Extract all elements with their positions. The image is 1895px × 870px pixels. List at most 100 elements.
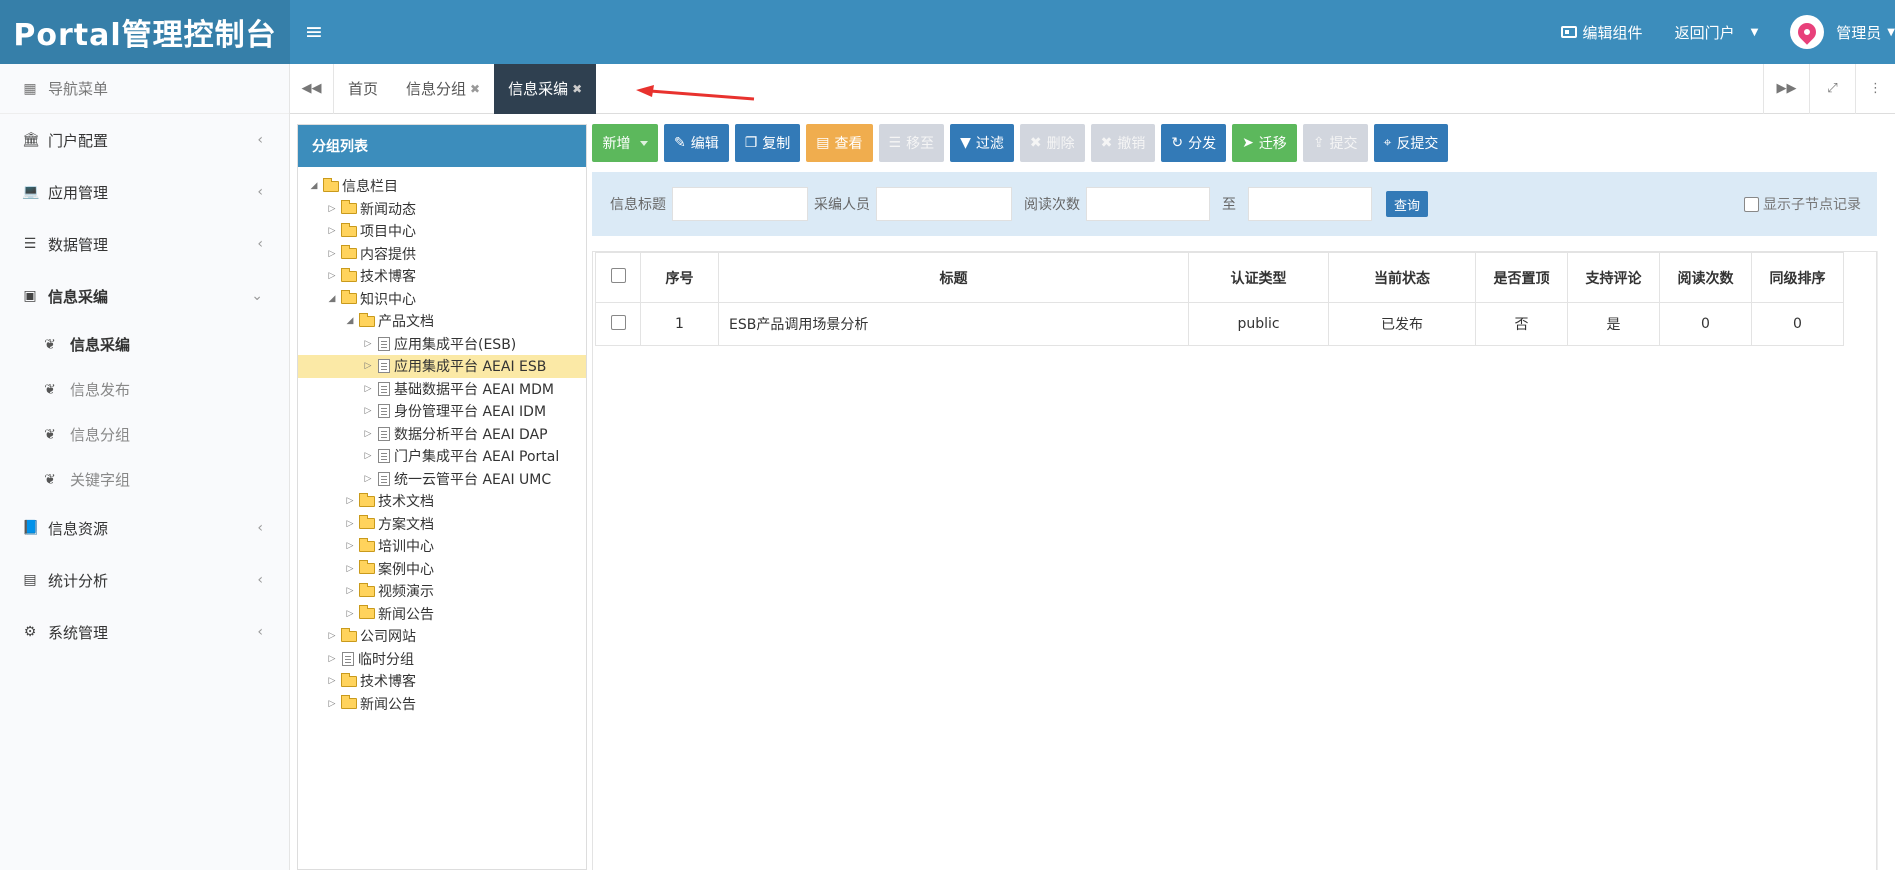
- toolbar-button-send[interactable]: ➤ 迁移: [1232, 124, 1297, 162]
- show-child-checkbox[interactable]: [1744, 196, 1759, 212]
- toolbar-button-edit[interactable]: ✎ 编辑: [664, 124, 729, 162]
- cell-title[interactable]: ESB产品调用场景分析: [718, 302, 1189, 346]
- collapsed-triangle-icon[interactable]: ▷: [362, 384, 374, 394]
- tab-home[interactable]: 首页: [334, 64, 392, 114]
- tree-node[interactable]: ▷ 案例中心: [298, 558, 586, 581]
- close-icon[interactable]: ✖: [470, 82, 480, 96]
- tab-options-icon[interactable]: ⋮: [1855, 63, 1895, 114]
- show-child-records-toggle[interactable]: 显示子节点记录: [1744, 194, 1861, 214]
- toolbar-button-add[interactable]: 新增: [592, 124, 658, 162]
- editor-filter-input[interactable]: [876, 187, 1012, 221]
- brand-title[interactable]: Portal管理控制台: [0, 0, 290, 64]
- toolbar-button-move[interactable]: ☰ 移至: [878, 124, 945, 162]
- vertical-scrollbar[interactable]: [1877, 251, 1885, 870]
- tree-node[interactable]: ▷ 技术博客: [298, 265, 586, 288]
- sidebar-item-system-management[interactable]: ⚙ 系统管理 ‹: [0, 606, 289, 658]
- toolbar-button-close[interactable]: ✖ 撤销: [1090, 124, 1156, 162]
- column-header[interactable]: 当前状态: [1328, 252, 1476, 303]
- collapsed-triangle-icon[interactable]: ▷: [344, 564, 356, 574]
- fullscreen-icon[interactable]: ⤢: [1809, 63, 1855, 114]
- collapsed-triangle-icon[interactable]: ▷: [326, 226, 338, 236]
- tree-node[interactable]: ▷ 内容提供: [298, 243, 586, 266]
- toolbar-button-refresh[interactable]: ↻ 分发: [1161, 124, 1227, 162]
- tree-node[interactable]: ▷ 数据分析平台 AEAI DAP: [298, 423, 586, 446]
- toolbar-button-trash[interactable]: ✖ 删除: [1019, 124, 1085, 162]
- expanded-triangle-icon[interactable]: ◢: [308, 181, 320, 191]
- tree-node[interactable]: ▷ 培训中心: [298, 535, 586, 558]
- table-row[interactable]: 1 ESB产品调用场景分析 public 已发布 否 是 0 0: [595, 302, 1844, 346]
- tree-node[interactable]: ◢ 产品文档: [298, 310, 586, 333]
- sidebar-item-app-management[interactable]: 💻 应用管理 ‹: [0, 166, 289, 218]
- tree-node[interactable]: ▷ 项目中心: [298, 220, 586, 243]
- read-count-max-input[interactable]: [1248, 187, 1372, 221]
- collapsed-triangle-icon[interactable]: ▷: [326, 654, 338, 664]
- close-icon[interactable]: ✖: [572, 82, 582, 96]
- tree-node[interactable]: ▷ 新闻动态: [298, 198, 586, 221]
- tree-node[interactable]: ▷ 视频演示: [298, 580, 586, 603]
- column-header[interactable]: 支持评论: [1567, 252, 1660, 303]
- tree-node[interactable]: ▷ 应用集成平台 AEAI ESB: [298, 355, 586, 378]
- collapsed-triangle-icon[interactable]: ▷: [362, 451, 374, 461]
- collapsed-triangle-icon[interactable]: ▷: [326, 204, 338, 214]
- toolbar-button-submit[interactable]: ⇪ 提交: [1302, 124, 1368, 162]
- collapsed-triangle-icon[interactable]: ▷: [362, 406, 374, 416]
- tree-node[interactable]: ▷ 新闻公告: [298, 693, 586, 716]
- menu-toggle-icon[interactable]: ≡: [292, 0, 336, 64]
- tree-node[interactable]: ◢ 知识中心: [298, 288, 586, 311]
- tree-node[interactable]: ▷ 身份管理平台 AEAI IDM: [298, 400, 586, 423]
- sidebar-item-data-management[interactable]: ☰ 数据管理 ‹: [0, 218, 289, 270]
- collapsed-triangle-icon[interactable]: ▷: [362, 339, 374, 349]
- row-checkbox[interactable]: [610, 314, 626, 330]
- toolbar-button-view[interactable]: ▤ 查看: [806, 124, 873, 162]
- sidebar-item-info-editing[interactable]: ▣ 信息采编 ⌄: [0, 270, 289, 322]
- tree-node[interactable]: ▷ 应用集成平台(ESB): [298, 333, 586, 356]
- tree-node[interactable]: ▷ 统一云管平台 AEAI UMC: [298, 468, 586, 491]
- tree-node[interactable]: ▷ 门户集成平台 AEAI Portal: [298, 445, 586, 468]
- tree-node[interactable]: ▷ 新闻公告: [298, 603, 586, 626]
- sidebar-item-portal-config[interactable]: 🏛 门户配置 ‹: [0, 114, 289, 166]
- column-header[interactable]: 序号: [640, 252, 719, 303]
- title-filter-input[interactable]: [672, 187, 808, 221]
- tree-node[interactable]: ▷ 技术博客: [298, 670, 586, 693]
- column-header[interactable]: 同级排序: [1751, 252, 1844, 303]
- collapsed-triangle-icon[interactable]: ▷: [344, 519, 356, 529]
- select-all-checkbox[interactable]: [610, 268, 626, 283]
- user-menu[interactable]: 管理员 ▼: [1774, 0, 1895, 64]
- column-header[interactable]: 标题: [718, 252, 1189, 303]
- expanded-triangle-icon[interactable]: ◢: [344, 316, 356, 326]
- tree-node[interactable]: ▷ 方案文档: [298, 513, 586, 536]
- sidebar-subitem-info-publish[interactable]: ❦ 信息发布: [0, 367, 289, 412]
- toolbar-button-filter[interactable]: ▼ 过滤: [950, 124, 1014, 162]
- column-header[interactable]: 是否置顶: [1475, 252, 1568, 303]
- column-header[interactable]: 认证类型: [1188, 252, 1329, 303]
- toolbar-button-copy[interactable]: ❐ 复制: [734, 124, 801, 162]
- tree-node[interactable]: ◢ 信息栏目: [298, 175, 586, 198]
- tree-node[interactable]: ▷ 技术文档: [298, 490, 586, 513]
- collapsed-triangle-icon[interactable]: ▷: [326, 271, 338, 281]
- column-header[interactable]: 阅读次数: [1659, 252, 1752, 303]
- collapsed-triangle-icon[interactable]: ▷: [326, 699, 338, 709]
- back-portal-dropdown[interactable]: 返回门户 ▼: [1659, 0, 1775, 64]
- collapsed-triangle-icon[interactable]: ▷: [326, 676, 338, 686]
- sidebar-item-info-resource[interactable]: 📘 信息资源 ‹: [0, 502, 289, 554]
- tab-info-editing[interactable]: 信息采编 ✖: [494, 63, 597, 114]
- collapsed-triangle-icon[interactable]: ▷: [326, 249, 338, 259]
- sidebar-subitem-info-editing[interactable]: ❦ 信息采编: [0, 322, 289, 367]
- expanded-triangle-icon[interactable]: ◢: [326, 294, 338, 304]
- collapsed-triangle-icon[interactable]: ▷: [344, 586, 356, 596]
- sidebar-item-statistics[interactable]: ▤ 统计分析 ‹: [0, 554, 289, 606]
- collapsed-triangle-icon[interactable]: ▷: [362, 429, 374, 439]
- query-button[interactable]: 查询: [1386, 191, 1429, 217]
- collapsed-triangle-icon[interactable]: ▷: [362, 361, 374, 371]
- tree-node[interactable]: ▷ 基础数据平台 AEAI MDM: [298, 378, 586, 401]
- collapsed-triangle-icon[interactable]: ▷: [344, 609, 356, 619]
- tree-node[interactable]: ▷ 公司网站: [298, 625, 586, 648]
- tab-scroll-left-icon[interactable]: ◀◀: [290, 63, 334, 114]
- tab-info-group[interactable]: 信息分组 ✖: [392, 64, 494, 114]
- collapsed-triangle-icon[interactable]: ▷: [344, 541, 356, 551]
- tree-node[interactable]: ▷ 临时分组: [298, 648, 586, 671]
- sidebar-subitem-info-group[interactable]: ❦ 信息分组: [0, 412, 289, 457]
- read-count-min-input[interactable]: [1086, 187, 1210, 221]
- collapsed-triangle-icon[interactable]: ▷: [344, 496, 356, 506]
- sidebar-subitem-keyword-group[interactable]: ❦ 关键字组: [0, 457, 289, 502]
